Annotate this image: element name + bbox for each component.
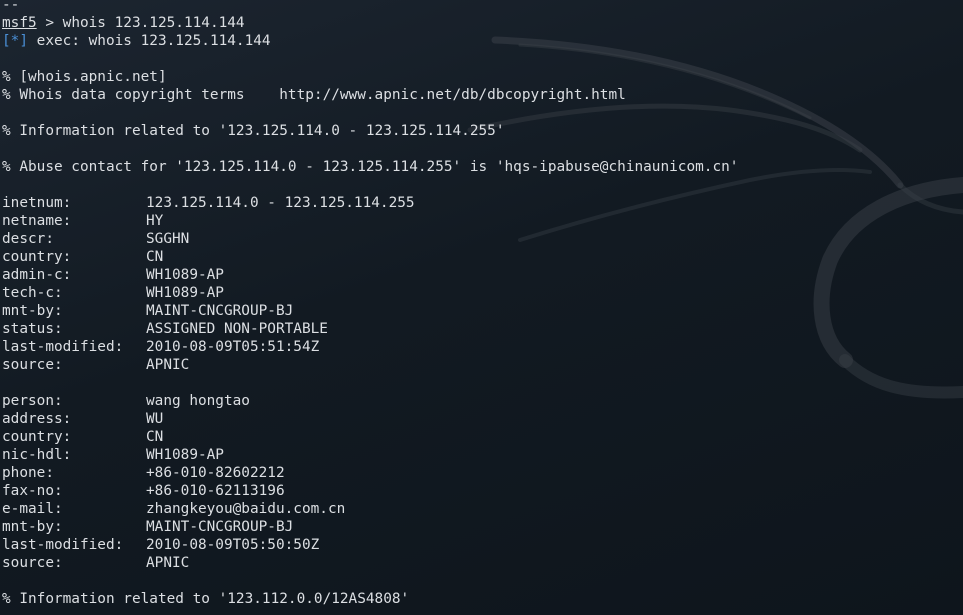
field-key: e-mail: bbox=[2, 501, 63, 517]
field-key: last-modified: bbox=[2, 339, 124, 355]
record-field: last-modified: 2010-08-09T05:50:50Z bbox=[2, 536, 738, 554]
exec-text: exec: whois 123.125.114.144 bbox=[28, 33, 271, 49]
field-value: WU bbox=[146, 411, 164, 427]
abuse-contact-line: % Abuse contact for '123.125.114.0 - 123… bbox=[2, 159, 739, 175]
field-value: 2010-08-09T05:51:54Z bbox=[146, 339, 320, 355]
field-key: nic-hdl: bbox=[2, 447, 72, 463]
record-field: status: ASSIGNED NON-PORTABLE bbox=[2, 320, 738, 338]
field-key: address: bbox=[2, 411, 72, 427]
field-value: CN bbox=[146, 249, 164, 265]
field-value: 123.125.114.0 - 123.125.114.255 bbox=[146, 195, 415, 211]
field-value: +86-010-62113196 bbox=[146, 483, 285, 499]
record-field: country: CN bbox=[2, 428, 738, 446]
record-field: descr: SGGHN bbox=[2, 230, 738, 248]
record-field: mnt-by: MAINT-CNCGROUP-BJ bbox=[2, 302, 738, 320]
info-related-line: % Information related to '123.112.0.0/12… bbox=[2, 591, 410, 607]
prompt-name: msf5 bbox=[2, 15, 37, 31]
terminal-window[interactable]: -- msf5 > whois 123.125.114.144 [*] exec… bbox=[0, 0, 963, 615]
top-fragment: -- bbox=[2, 0, 20, 13]
field-key: phone: bbox=[2, 465, 54, 481]
info-marker: [*] bbox=[2, 33, 28, 49]
field-value: MAINT-CNCGROUP-BJ bbox=[146, 519, 294, 535]
field-key: last-modified: bbox=[2, 537, 124, 553]
field-value: APNIC bbox=[146, 555, 190, 571]
field-value: zhangkeyou@baidu.com.cn bbox=[146, 501, 346, 517]
record-field: country: CN bbox=[2, 248, 738, 266]
field-key: status: bbox=[2, 321, 63, 337]
prompt-separator: > bbox=[36, 15, 63, 31]
record-field: source: APNIC bbox=[2, 554, 738, 572]
terminal-output: -- msf5 > whois 123.125.114.144 [*] exec… bbox=[2, 0, 738, 608]
field-key: tech-c: bbox=[2, 285, 63, 301]
field-value: APNIC bbox=[146, 357, 190, 373]
field-key: inetnum: bbox=[2, 195, 72, 211]
field-key: descr: bbox=[2, 231, 54, 247]
field-key: fax-no: bbox=[2, 483, 63, 499]
record-field: source: APNIC bbox=[2, 356, 738, 374]
field-value: SGGHN bbox=[146, 231, 190, 247]
record-field: mnt-by: MAINT-CNCGROUP-BJ bbox=[2, 518, 738, 536]
record-field: address: WU bbox=[2, 410, 738, 428]
field-value: 2010-08-09T05:50:50Z bbox=[146, 537, 320, 553]
whois-server-line: % [whois.apnic.net] bbox=[2, 69, 167, 85]
record-field: nic-hdl: WH1089-AP bbox=[2, 446, 738, 464]
info-related-line: % Information related to '123.125.114.0 … bbox=[2, 123, 505, 139]
record-field: last-modified: 2010-08-09T05:51:54Z bbox=[2, 338, 738, 356]
field-key: mnt-by: bbox=[2, 519, 63, 535]
field-value: HY bbox=[146, 213, 164, 229]
prompt-command: whois 123.125.114.144 bbox=[62, 15, 245, 31]
field-value: wang hongtao bbox=[146, 393, 250, 409]
record-field: admin-c: WH1089-AP bbox=[2, 266, 738, 284]
record-field: phone: +86-010-82602212 bbox=[2, 464, 738, 482]
exec-line: [*] exec: whois 123.125.114.144 bbox=[2, 32, 738, 50]
field-value: ASSIGNED NON-PORTABLE bbox=[146, 321, 328, 337]
field-key: source: bbox=[2, 357, 63, 373]
record-field: e-mail: zhangkeyou@baidu.com.cn bbox=[2, 500, 738, 518]
field-key: mnt-by: bbox=[2, 303, 63, 319]
field-value: +86-010-82602212 bbox=[146, 465, 285, 481]
field-value: CN bbox=[146, 429, 164, 445]
field-value: WH1089-AP bbox=[146, 267, 224, 283]
record-field: netname: HY bbox=[2, 212, 738, 230]
record-field: person: wang hongtao bbox=[2, 392, 738, 410]
field-key: country: bbox=[2, 249, 72, 265]
field-value: WH1089-AP bbox=[146, 447, 224, 463]
copyright-line: % Whois data copyright terms http://www.… bbox=[2, 87, 626, 103]
field-value: WH1089-AP bbox=[146, 285, 224, 301]
record-field: tech-c: WH1089-AP bbox=[2, 284, 738, 302]
record-field: fax-no: +86-010-62113196 bbox=[2, 482, 738, 500]
field-key: netname: bbox=[2, 213, 72, 229]
record-field: inetnum: 123.125.114.0 - 123.125.114.255 bbox=[2, 194, 738, 212]
field-key: admin-c: bbox=[2, 267, 72, 283]
field-key: source: bbox=[2, 555, 63, 571]
field-key: country: bbox=[2, 429, 72, 445]
field-key: person: bbox=[2, 393, 63, 409]
command-prompt-line: msf5 > whois 123.125.114.144 bbox=[2, 14, 738, 32]
field-value: MAINT-CNCGROUP-BJ bbox=[146, 303, 294, 319]
